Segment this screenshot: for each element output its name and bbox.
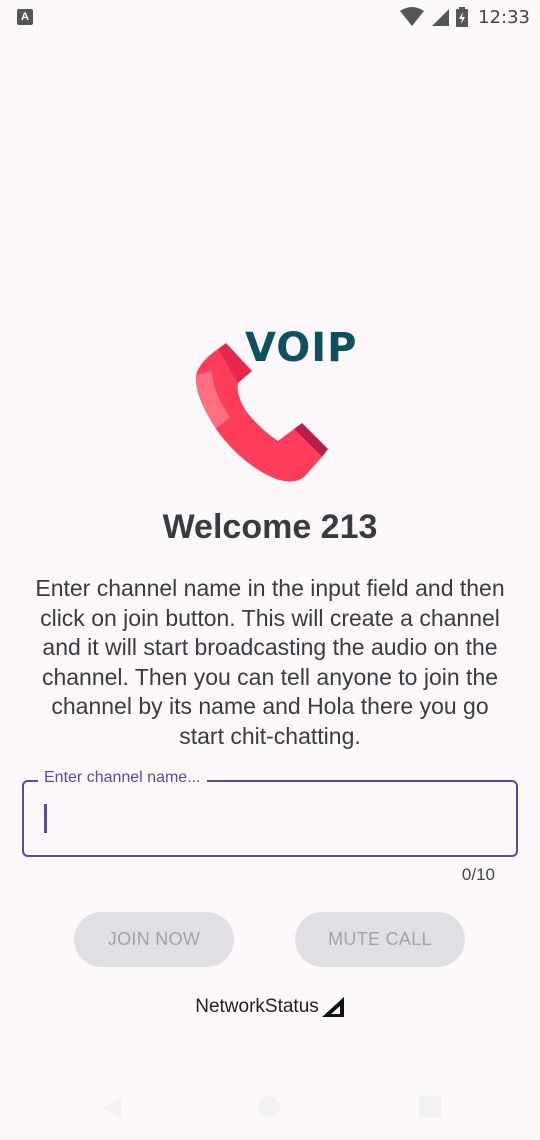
channel-name-label: Enter channel name... (38, 769, 207, 787)
home-icon[interactable] (258, 1096, 280, 1118)
voip-logo: VOIP (190, 325, 356, 487)
back-icon[interactable] (100, 1097, 122, 1119)
signal-strength-icon (321, 997, 344, 1017)
welcome-title: Welcome 213 (162, 508, 378, 546)
status-icons: 12:33 (400, 6, 530, 28)
character-counter: 0/10 (461, 865, 495, 884)
network-status: NetworkStatus (0, 996, 540, 1018)
join-now-button[interactable]: JOIN NOW (74, 912, 234, 967)
battery-charging-icon (456, 7, 469, 27)
logo-text: VOIP (245, 325, 358, 371)
status-bar: A 12:33 (0, 0, 540, 34)
app-notification-icon: A (17, 9, 33, 25)
recent-apps-icon[interactable] (419, 1096, 441, 1118)
status-time: 12:33 (478, 6, 530, 28)
wifi-icon (400, 7, 425, 26)
network-status-label: NetworkStatus (195, 996, 319, 1017)
instructions-text: Enter channel name in the input field an… (35, 575, 505, 749)
channel-name-field[interactable]: Enter channel name... (22, 769, 518, 857)
cellular-signal-icon (432, 9, 450, 26)
mute-call-button[interactable]: MUTE CALL (295, 912, 465, 967)
channel-name-input[interactable] (42, 804, 482, 834)
